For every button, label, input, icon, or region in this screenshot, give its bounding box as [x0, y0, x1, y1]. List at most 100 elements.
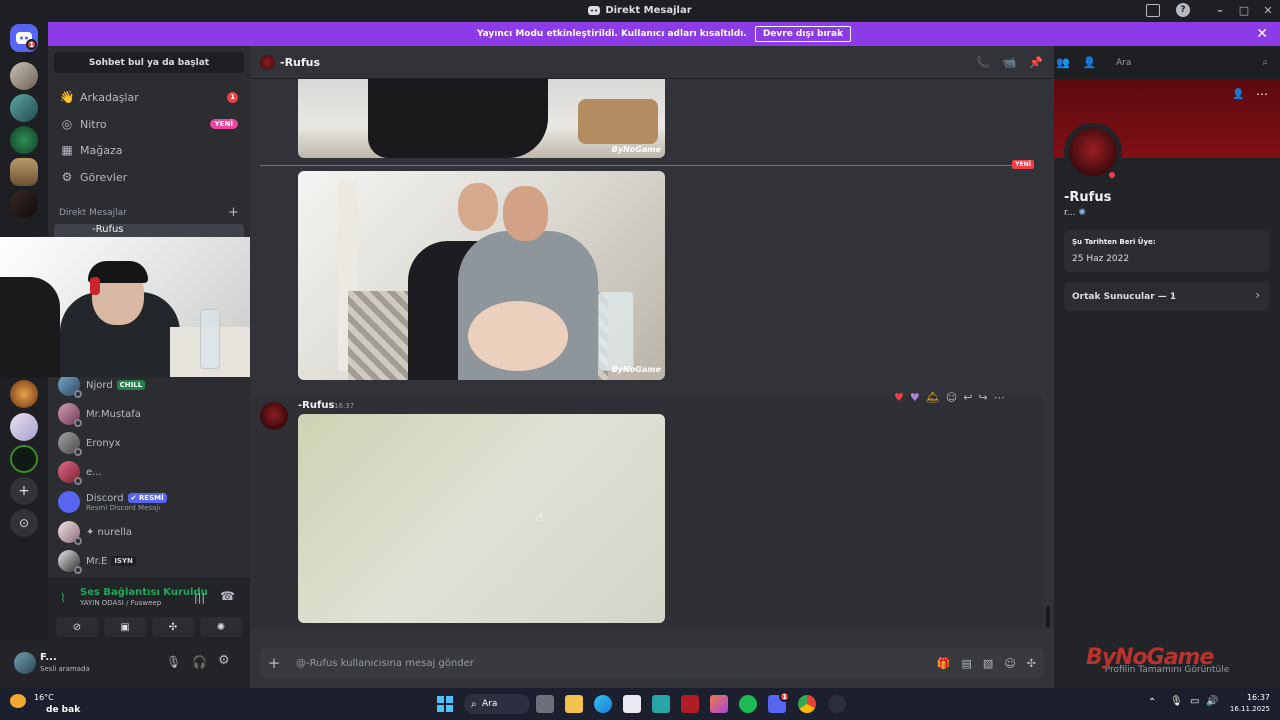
sidebar-item-nitro[interactable]: ◎ Nitro YENİ: [54, 112, 244, 136]
disconnect-icon[interactable]: ☎: [220, 589, 235, 603]
server-icon[interactable]: [10, 158, 38, 186]
gift-icon[interactable]: 🎁: [937, 657, 951, 670]
bynogame-watermark: ByNoGame: [1086, 645, 1214, 670]
image-attachment[interactable]: ☝: [298, 414, 665, 623]
windows-start-icon[interactable]: [436, 695, 454, 713]
new-dm-button[interactable]: +: [228, 205, 239, 220]
headphones-icon[interactable]: 🎧: [192, 655, 207, 669]
taskbar-date[interactable]: 16.11.2025: [1218, 705, 1270, 713]
profile-more-icon[interactable]: ⋯: [1256, 87, 1268, 101]
reply-icon[interactable]: ↩: [963, 391, 972, 404]
dm-item-selected[interactable]: -Rufus: [54, 224, 244, 238]
message-author[interactable]: -Rufus: [298, 400, 334, 411]
weather-icon[interactable]: [10, 694, 26, 708]
dm-item-discord[interactable]: Discord ✔ RESMİ Resmi Discord Mesajı: [54, 487, 244, 517]
close-window-button[interactable]: ✕: [1256, 4, 1280, 17]
weather-temp[interactable]: 16°C: [34, 693, 54, 702]
image-attachment[interactable]: ByNoGame: [298, 79, 665, 158]
bell-reaction-icon[interactable]: 🛎: [926, 391, 940, 404]
disable-streamer-mode-button[interactable]: Devre dışı bırak: [754, 26, 852, 42]
app-icon[interactable]: [710, 695, 728, 713]
message-avatar[interactable]: [260, 402, 288, 430]
noise-suppression-icon[interactable]: |||: [194, 591, 205, 604]
spotify-icon[interactable]: [739, 695, 757, 713]
obs-icon[interactable]: [828, 695, 846, 713]
help-icon[interactable]: ?: [1176, 3, 1190, 17]
app-icon[interactable]: [652, 695, 670, 713]
edge-browser-icon[interactable]: [594, 695, 612, 713]
minimize-button[interactable]: –: [1208, 4, 1232, 17]
purple-heart-reaction-icon[interactable]: ♥: [910, 391, 920, 404]
image-attachment[interactable]: ByNoGame: [298, 171, 665, 380]
inbox-icon[interactable]: [1146, 4, 1160, 17]
banner-close-icon[interactable]: ✕: [1256, 26, 1268, 42]
more-options-icon[interactable]: ⋯: [994, 391, 1005, 404]
server-icon[interactable]: [10, 413, 38, 441]
add-friend-icon[interactable]: 👤: [1232, 89, 1244, 100]
activities-icon: ✣: [168, 621, 178, 633]
video-call-icon[interactable]: 📹: [1003, 56, 1017, 69]
gif-icon[interactable]: ▤: [962, 657, 972, 670]
server-icon[interactable]: [10, 445, 38, 473]
dm-item[interactable]: Mr.Mustafa: [54, 400, 244, 428]
sidebar-item-friends[interactable]: 👋 Arkadaşlar 1: [54, 85, 244, 109]
heart-reaction-icon[interactable]: ♥: [894, 391, 904, 404]
add-server-icon[interactable]: +: [10, 477, 38, 505]
header-avatar: [260, 55, 275, 70]
store-icon[interactable]: [623, 695, 641, 713]
dm-item[interactable]: Eronyx: [54, 429, 244, 457]
tray-mic-icon[interactable]: 🎙: [1170, 696, 1183, 707]
user-avatar[interactable]: [14, 652, 36, 674]
emoji-icon[interactable]: ☺: [1004, 657, 1015, 670]
search-input[interactable]: Ara ⌕: [1110, 53, 1274, 72]
add-friends-to-dm-icon[interactable]: 👥: [1056, 56, 1070, 69]
activities-button[interactable]: ✣: [152, 617, 194, 637]
voice-call-icon[interactable]: 📞: [976, 56, 990, 69]
server-icon[interactable]: [10, 62, 38, 90]
taskbar-search[interactable]: ⌕ Ara: [464, 694, 530, 714]
dm-item[interactable]: e...: [54, 458, 244, 486]
add-reaction-icon[interactable]: ☺: [946, 391, 957, 404]
nitro-new-badge: YENİ: [209, 119, 238, 129]
sidebar-item-quests[interactable]: ⚙ Görevler: [54, 165, 244, 189]
tray-chevron-up-icon[interactable]: ⌃: [1148, 697, 1156, 708]
status-indicator: [74, 419, 82, 427]
tray-volume-icon[interactable]: 🔊: [1206, 696, 1218, 707]
scrollbar-thumb[interactable]: [1046, 606, 1050, 628]
explore-icon[interactable]: ⊙: [10, 509, 38, 537]
pinned-messages-icon[interactable]: 📌: [1029, 56, 1043, 69]
dm-item[interactable]: Mr.E ISYN: [54, 547, 244, 575]
sticker-icon[interactable]: ▧: [983, 657, 993, 670]
app-icon[interactable]: [681, 695, 699, 713]
message-input[interactable]: + @-Rufus kullanıcısına mesaj gönder 🎁 ▤…: [260, 648, 1044, 678]
chevron-right-icon: ›: [1255, 288, 1260, 302]
settings-gear-icon[interactable]: ⚙: [218, 653, 230, 668]
voice-channel-name[interactable]: YAYIN ODASI / Fusweep: [80, 599, 161, 607]
microphone-icon[interactable]: 🎙: [166, 655, 181, 669]
screen-share-button[interactable]: ▣: [104, 617, 146, 637]
taskbar-search-label: Ara: [482, 699, 498, 709]
voice-status-title[interactable]: Ses Bağlantısı Kuruldu: [80, 587, 208, 598]
task-view-icon[interactable]: [536, 695, 554, 713]
weather-text[interactable]: de bak: [46, 705, 80, 715]
home-badge: 1: [26, 39, 37, 50]
attach-plus-icon[interactable]: +: [260, 654, 288, 672]
sidebar-item-shop[interactable]: ▦ Mağaza: [54, 138, 244, 162]
user-profile-icon[interactable]: 👤: [1083, 56, 1097, 69]
apps-icon[interactable]: ✣: [1027, 657, 1036, 670]
file-explorer-icon[interactable]: [565, 695, 583, 713]
tray-network-icon[interactable]: ▭: [1190, 696, 1199, 707]
chrome-icon[interactable]: [798, 695, 816, 713]
server-icon[interactable]: [10, 94, 38, 122]
server-icon[interactable]: [10, 126, 38, 154]
forward-icon[interactable]: ↪: [978, 391, 987, 404]
taskbar-time[interactable]: 16:37: [1226, 693, 1270, 702]
dm-item[interactable]: ✦ nurella: [54, 518, 244, 546]
soundboard-button[interactable]: ✺: [200, 617, 242, 637]
maximize-button[interactable]: □: [1232, 4, 1256, 17]
mutual-servers-row[interactable]: Ortak Sunucular — 1 ›: [1064, 282, 1270, 311]
camera-off-button[interactable]: ⊘: [56, 617, 98, 637]
server-icon[interactable]: [10, 190, 38, 218]
find-conversation-button[interactable]: Sohbet bul ya da başlat: [54, 52, 244, 73]
server-icon[interactable]: [10, 380, 38, 408]
